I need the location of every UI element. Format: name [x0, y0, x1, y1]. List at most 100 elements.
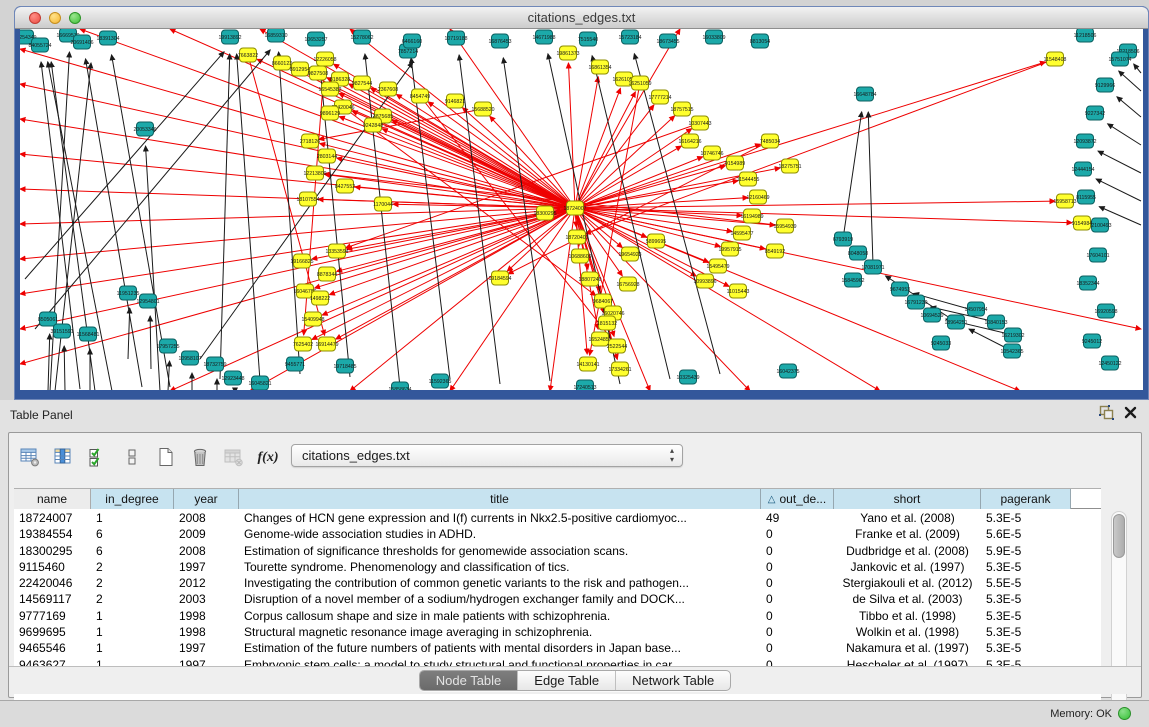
graph-node[interactable]: 16791239: [904, 295, 927, 309]
table-row[interactable]: 946554611997Estimation of the future num…: [14, 640, 1071, 656]
scrollbar-thumb[interactable]: [1113, 514, 1125, 558]
graph-node[interactable]: 8115955: [1076, 190, 1096, 204]
graph-node[interactable]: 6466160: [402, 34, 422, 48]
table-row[interactable]: 911546021997Tourette syndrome. Phenomeno…: [14, 559, 1071, 575]
graph-node[interactable]: 2367608: [378, 82, 398, 96]
graph-node[interactable]: 17604101: [1086, 248, 1109, 262]
graph-node[interactable]: 9146821: [445, 94, 465, 108]
table-mode-button[interactable]: [17, 445, 43, 471]
graph-node[interactable]: 14507954: [964, 302, 987, 316]
graph-node[interactable]: 9227342: [1085, 106, 1105, 120]
graph-node[interactable]: 2522544: [607, 339, 627, 353]
graph-node[interactable]: 15278062: [350, 30, 373, 44]
graph-node[interactable]: 18724007: [563, 201, 586, 215]
graph-node[interactable]: 16164216: [678, 134, 701, 148]
graph-node[interactable]: 9896129: [320, 106, 340, 120]
graph-node[interactable]: 14595477: [730, 226, 753, 240]
graph-node[interactable]: 11951235: [117, 286, 140, 300]
graph-node[interactable]: 10993896: [693, 274, 716, 288]
graph-node[interactable]: 18300295: [533, 206, 556, 220]
graph-node[interactable]: 15751074: [1108, 52, 1131, 66]
graph-node[interactable]: 18352344: [1076, 276, 1099, 290]
graph-node[interactable]: 14130141: [576, 357, 599, 371]
graph-node[interactable]: 1498222: [310, 291, 330, 305]
graph-node[interactable]: 17334261: [608, 362, 631, 376]
table-row[interactable]: 969969511998Structural magnetic resonanc…: [14, 624, 1071, 640]
graph-node[interactable]: 16045821: [248, 376, 271, 390]
graph-node[interactable]: 16859310: [264, 29, 287, 42]
graph-node[interactable]: 9242848: [363, 118, 383, 132]
graph-node[interactable]: 19184594: [488, 271, 511, 285]
graph-node[interactable]: 8048058: [848, 246, 868, 260]
new-column-button[interactable]: [153, 445, 179, 471]
float-panel-icon[interactable]: [1099, 405, 1114, 425]
function-builder-button[interactable]: f(x): [255, 445, 281, 471]
graph-node[interactable]: 18807249: [578, 272, 601, 286]
graph-node[interactable]: 12226058: [313, 52, 336, 66]
graph-node[interactable]: 15954939: [773, 219, 796, 233]
graph-node[interactable]: 2803144: [317, 149, 337, 163]
graph-node[interactable]: 7625402: [293, 337, 313, 351]
delete-table-button[interactable]: [221, 445, 247, 471]
graph-node[interactable]: 18107554: [296, 192, 319, 206]
graph-node[interactable]: 16648784: [853, 87, 876, 101]
column-header-in_degree[interactable]: in_degree: [91, 489, 174, 509]
table-row[interactable]: 1872400712008Changes of HCN gene express…: [14, 510, 1071, 526]
graph-node[interactable]: 15495479: [706, 259, 729, 273]
graph-node[interactable]: 10719188: [444, 31, 467, 45]
graph-node[interactable]: 7663822: [238, 48, 258, 62]
graph-node[interactable]: 9827508: [308, 66, 328, 80]
graph-node[interactable]: 10325439: [676, 370, 699, 384]
graph-node[interactable]: 11218506: [1074, 29, 1097, 42]
graph-node[interactable]: 12923448: [221, 371, 244, 385]
graph-node[interactable]: 8878344: [317, 267, 337, 281]
row-height-button[interactable]: [119, 445, 145, 471]
graph-node[interactable]: 9245033: [931, 336, 951, 350]
graph-node[interactable]: 5899695: [646, 234, 666, 248]
window-titlebar[interactable]: citations_edges.txt: [15, 7, 1148, 29]
graph-node[interactable]: 15409948: [301, 312, 324, 326]
graph-node[interactable]: 12160469: [746, 190, 769, 204]
graph-node[interactable]: 16033809: [702, 30, 725, 44]
selection-mode-button[interactable]: [85, 445, 111, 471]
graph-node[interactable]: 7485034: [760, 134, 780, 148]
graph-node[interactable]: 19166825: [290, 254, 313, 268]
graph-node[interactable]: 11015443: [727, 284, 750, 298]
graph-node[interactable]: 15845962: [841, 273, 864, 287]
graph-node[interactable]: 9154989: [725, 156, 745, 170]
graph-node[interactable]: 15723184: [618, 30, 641, 44]
column-header-pagerank[interactable]: pagerank: [981, 489, 1071, 509]
graph-node[interactable]: 19861373: [556, 46, 579, 60]
column-header-year[interactable]: year: [174, 489, 239, 509]
graph-node[interactable]: 9154984: [1072, 216, 1092, 230]
graph-node[interactable]: 9674953: [890, 282, 910, 296]
graph-node[interactable]: 16914479: [315, 337, 338, 351]
graph-node[interactable]: 17240513: [573, 380, 596, 390]
graph-node[interactable]: 9129966: [1095, 78, 1115, 92]
graph-node[interactable]: 15688520: [471, 102, 494, 116]
graph-node[interactable]: 10688609: [568, 249, 591, 263]
graph-node[interactable]: 16756928: [616, 277, 639, 291]
graph-node[interactable]: 10746746: [700, 146, 723, 160]
column-header-short[interactable]: short: [834, 489, 981, 509]
graph-node[interactable]: 10694529: [920, 308, 943, 322]
graph-node[interactable]: 12093872: [1073, 134, 1096, 148]
graph-node[interactable]: 2718126: [300, 134, 320, 148]
graph-node[interactable]: 16876453: [488, 34, 511, 48]
column-header-name[interactable]: name: [14, 489, 91, 509]
graph-node[interactable]: 18275751: [778, 159, 801, 173]
graph-node[interactable]: 15858634: [388, 382, 411, 390]
graph-node[interactable]: 16042375: [776, 364, 799, 378]
graph-node[interactable]: 7515540: [578, 32, 598, 46]
graph-node[interactable]: 20691406: [70, 35, 93, 49]
graph-node[interactable]: 19913892: [218, 30, 241, 44]
column-header-title[interactable]: title: [239, 489, 761, 509]
graph-node[interactable]: 12444154: [1071, 162, 1094, 176]
graph-node[interactable]: 14671988: [532, 30, 555, 44]
graph-node[interactable]: 13353594: [325, 244, 348, 258]
delete-column-button[interactable]: [187, 445, 213, 471]
graph-node[interactable]: 9455771: [285, 357, 305, 371]
graph-node[interactable]: 8813054: [750, 34, 770, 48]
graph-node[interactable]: 19654923: [618, 247, 641, 261]
table-selector-dropdown[interactable]: citations_edges.txt ▴▾: [291, 444, 683, 467]
